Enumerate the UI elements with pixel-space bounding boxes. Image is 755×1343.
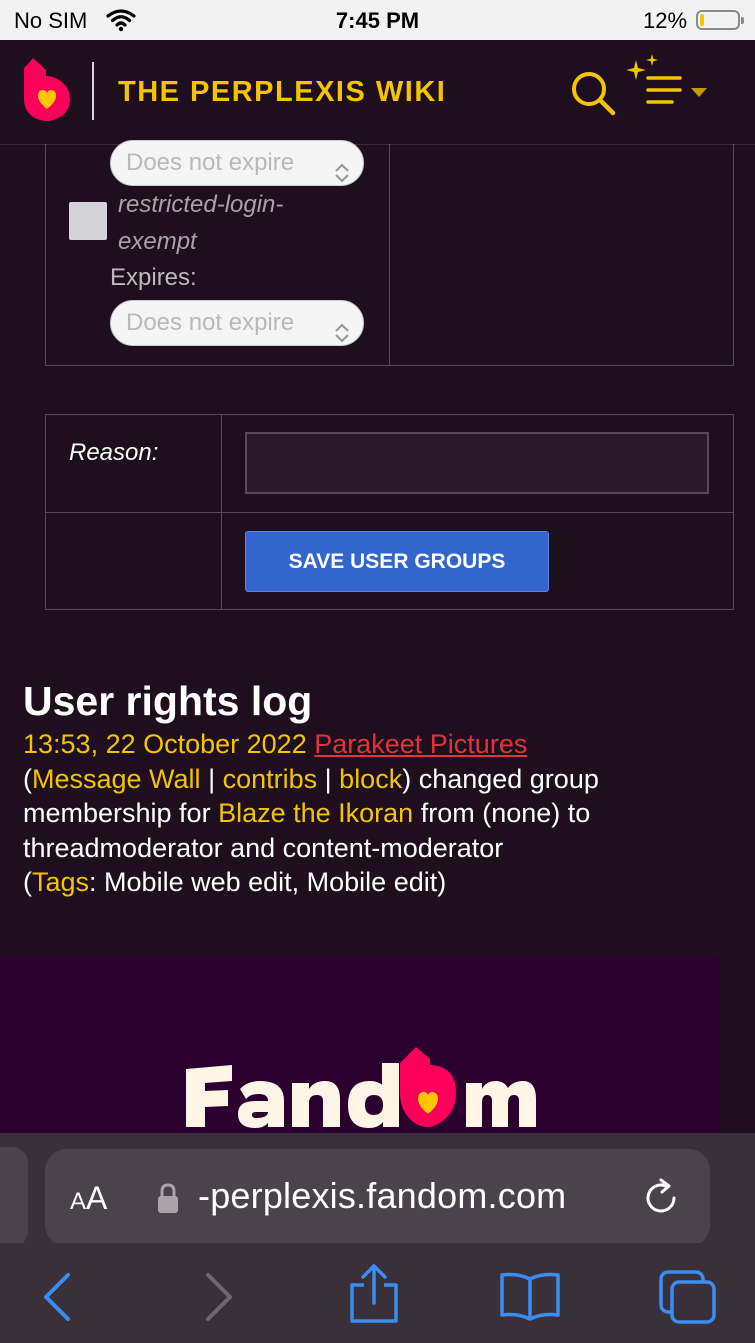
expiry-select-value: Does not expire [126, 309, 295, 336]
row-divider [46, 512, 733, 513]
aa-big-letter: A [86, 1180, 108, 1216]
lock-icon [157, 1183, 179, 1220]
target-user-link[interactable]: Blaze the Ikoran [218, 798, 413, 828]
wiki-title[interactable]: THE PERPLEXIS WIKI [118, 76, 446, 109]
forward-icon[interactable] [202, 1271, 236, 1326]
battery-cap [741, 17, 744, 24]
battery-icon [696, 10, 740, 30]
bookmarks-icon[interactable] [498, 1271, 562, 1326]
user-groups-table: Does not expire restricted-login- exempt… [45, 140, 734, 366]
url-text[interactable]: -perplexis.fandom.com [198, 1175, 566, 1217]
right-name-line-1: restricted-login- [118, 191, 284, 218]
battery-level-fill [700, 14, 704, 26]
reason-input[interactable] [245, 432, 709, 494]
contribs-link[interactable]: contribs [223, 764, 318, 794]
search-icon[interactable] [570, 70, 616, 121]
tabs-icon[interactable] [658, 1269, 718, 1330]
paren-open: ( [23, 867, 32, 897]
save-user-groups-button[interactable]: SAVE USER GROUPS [245, 531, 549, 592]
select-chevron-icon [333, 314, 351, 358]
message-wall-link[interactable]: Message Wall [32, 764, 201, 794]
share-icon[interactable] [348, 1263, 400, 1330]
fandom-flame-logo[interactable] [22, 54, 72, 127]
expires-label: Expires: [110, 264, 197, 291]
aa-small-letter: A [70, 1188, 87, 1215]
back-icon[interactable] [40, 1271, 74, 1326]
browser-toolbar [0, 1243, 755, 1343]
column-divider [389, 144, 390, 365]
block-link[interactable]: block [339, 764, 402, 794]
tags-link[interactable]: Tags [32, 867, 89, 897]
battery-percent: 12% [643, 8, 688, 33]
reason-label: Reason: [69, 439, 159, 466]
status-bar: No SIM 7:45 PM 12% [0, 0, 755, 40]
clock-time: 7:45 PM [335, 8, 420, 33]
paren-open: ( [23, 763, 32, 794]
restricted-login-exempt-checkbox[interactable] [69, 202, 107, 240]
reload-icon[interactable] [642, 1178, 682, 1223]
fandom-footer [0, 957, 720, 1137]
header-divider [92, 62, 94, 120]
wiki-header: THE PERPLEXIS WIKI [0, 40, 755, 145]
log-timestamp-link[interactable]: 13:53, 22 October 2022 [23, 729, 307, 759]
fandom-wordmark-logo[interactable] [180, 1039, 540, 1139]
expiry-select-previous[interactable]: Does not expire [110, 140, 364, 186]
previous-tab-preview[interactable] [0, 1147, 28, 1247]
tags-value: : Mobile web edit, Mobile edit) [89, 867, 447, 897]
right-name-line-2: exempt [118, 228, 197, 255]
right-name-label: restricted-login- exempt [118, 186, 348, 260]
separator: | [317, 763, 340, 794]
chevron-down-icon[interactable] [690, 86, 708, 104]
log-entry: 13:53, 22 October 2022 Parakeet Pictures… [23, 727, 723, 900]
ai-menu-icon[interactable] [624, 52, 684, 113]
log-user-link[interactable]: Parakeet Pictures [314, 729, 527, 759]
reason-form: Reason: SAVE USER GROUPS [45, 414, 734, 610]
reader-options-button[interactable]: AA [70, 1180, 107, 1217]
expiry-select-value: Does not expire [126, 149, 295, 176]
expiry-select[interactable]: Does not expire [110, 300, 364, 346]
separator: | [200, 763, 223, 794]
user-rights-log-heading: User rights log [23, 678, 313, 724]
